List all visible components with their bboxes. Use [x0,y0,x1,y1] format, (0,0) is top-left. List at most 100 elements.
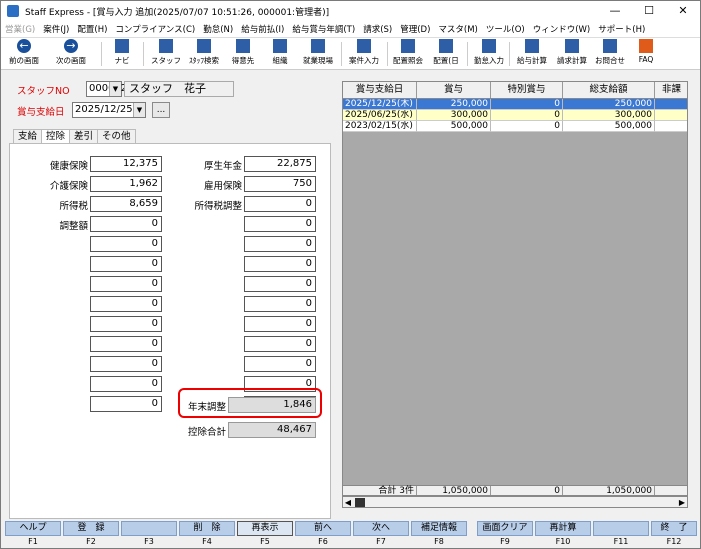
f6-prev-button[interactable]: 前へ F6 [295,521,351,548]
tab-payment[interactable]: 支給 [13,129,43,143]
toolbar-separator [143,42,144,66]
health-insurance-field[interactable]: 12,375 [90,156,162,172]
pay-calc-button[interactable]: 給与計算 [513,39,551,69]
assign-day-icon [439,39,453,53]
forward-button[interactable]: → 次の画面 [49,39,93,69]
menu-payroll[interactable]: 給与賞与年調(T) [292,23,355,35]
care-insurance-field[interactable]: 1,962 [90,176,162,192]
employment-insurance-field[interactable]: 750 [244,176,316,192]
navi-button[interactable]: ナビ [107,39,137,69]
faq-button[interactable]: FAQ [633,39,659,69]
f5-redisplay-button[interactable]: 再表示 F5 [237,521,293,548]
contact-button[interactable]: お問合せ [593,39,627,69]
staff-button[interactable]: スタッフ [149,39,183,69]
grid-header-cell[interactable]: 特別賞与 [491,82,563,98]
back-button[interactable]: ← 前の画面 [3,39,45,69]
extra-right-field[interactable]: 0 [244,316,316,332]
bonus-date-combo[interactable]: 2025/12/25 ▼ [72,102,146,118]
tab-other[interactable]: その他 [97,129,136,143]
staff-no-combo[interactable]: 000002 ▼ [86,81,127,97]
assign-inquiry-button[interactable]: 配置照会 [389,39,427,69]
staff-search-button[interactable]: ｽﾀｯﾌ検索 [185,39,223,69]
f11-button[interactable]: F11 [593,521,649,548]
menu-tools[interactable]: ツール(O) [486,23,525,35]
menu-jobs[interactable]: 案件(J) [43,23,69,35]
scroll-left-icon[interactable]: ◀ [343,497,353,508]
employment-insurance-label: 雇用保険 [203,181,242,192]
org-button[interactable]: 組織 [265,39,295,69]
f1-help-button[interactable]: ヘルプ F1 [5,521,61,548]
grid-header-cell[interactable]: 賞与支給日 [343,82,417,98]
client-button[interactable]: 得意先 [227,39,259,69]
maximize-button[interactable]: ☐ [632,1,666,21]
grid-cell: 250,000 [563,99,655,110]
menu-master[interactable]: マスタ(M) [438,23,477,35]
extra-left-field[interactable]: 0 [90,376,162,392]
date-picker-button[interactable]: ... [152,102,170,118]
menu-compliance[interactable]: コンプライアンス(C) [115,23,195,35]
bill-calc-button[interactable]: 請求計算 [553,39,591,69]
year-end-adjust-label: 年末調整 [187,402,226,413]
grid-header-cell[interactable]: 賞与 [417,82,491,98]
tab-net[interactable]: 差引 [69,129,99,143]
adjustment-label: 調整額 [59,221,88,232]
extra-left-field[interactable]: 0 [90,356,162,372]
f9-clear-button[interactable]: 画面クリア F9 [477,521,533,548]
attendance-button[interactable]: 勤怠入力 [471,39,507,69]
grid-header-cell[interactable]: 総支給額 [563,82,655,98]
table-row[interactable]: 2023/02/15(水) 500,000 0 500,000 [343,121,687,132]
assign-day-button[interactable]: 配置(日 [429,39,463,69]
job-entry-button[interactable]: 案件入力 [345,39,383,69]
extra-right-field[interactable]: 0 [244,296,316,312]
f3-button[interactable]: F3 [121,521,177,548]
extra-right-field[interactable]: 0 [244,336,316,352]
extra-left-field[interactable]: 0 [90,256,162,272]
extra-left-field[interactable]: 0 [90,316,162,332]
menu-sales[interactable]: 営業(G) [5,23,35,35]
extra-left-field[interactable]: 0 [90,276,162,292]
f2-register-button[interactable]: 登 録 F2 [63,521,119,548]
tax-adjust-field[interactable]: 0 [244,196,316,212]
extra-left-field[interactable]: 0 [90,296,162,312]
scroll-right-icon[interactable]: ▶ [677,497,687,508]
extra-left-field[interactable]: 0 [90,236,162,252]
extra-right-field[interactable]: 0 [244,356,316,372]
f4-delete-button[interactable]: 削 除 F4 [179,521,235,548]
extra-right-field[interactable]: 0 [244,276,316,292]
toolbar: ← 前の画面 → 次の画面 ナビ スタッフ ｽﾀｯﾌ検索 得意先 組織 就業現場… [1,38,700,70]
menu-window[interactable]: ウィンドウ(W) [533,23,591,35]
income-tax-field[interactable]: 8,659 [90,196,162,212]
f12-exit-button[interactable]: 終 了 F12 [651,521,697,548]
horizontal-scrollbar[interactable]: ◀ ▶ [342,496,688,508]
extra-left-field[interactable]: 0 [90,336,162,352]
pension-field[interactable]: 22,875 [244,156,316,172]
f7-next-button[interactable]: 次へ F7 [353,521,409,548]
menu-admin[interactable]: 管理(D) [400,23,430,35]
menu-advance[interactable]: 給与前払(I) [241,23,284,35]
menu-support[interactable]: サポート(H) [598,23,645,35]
minimize-button[interactable]: — [598,1,632,21]
chevron-down-icon[interactable]: ▼ [133,103,145,117]
bonus-history-grid[interactable]: 賞与支給日 賞与 特別賞与 総支給額 非課 2025/12/25(木) 250,… [342,81,688,496]
table-row[interactable]: 2025/06/25(水) 300,000 0 300,000 [343,110,687,121]
menu-billing[interactable]: 請求(S) [363,23,392,35]
extra-left-field[interactable]: 0 [90,396,162,412]
grid-header-cell[interactable]: 非課 [655,82,687,98]
menu-attendance[interactable]: 勤怠(N) [203,23,233,35]
year-end-adjust-field: 1,846 [228,397,316,413]
tab-deduction[interactable]: 控除 [41,129,71,143]
site-button[interactable]: 就業現場 [299,39,337,69]
toolbar-separator [467,42,468,66]
extra-right-field[interactable]: 0 [244,216,316,232]
grid-cell [655,110,687,121]
table-row[interactable]: 2025/12/25(木) 250,000 0 250,000 [343,99,687,110]
extra-right-field[interactable]: 0 [244,256,316,272]
scroll-thumb[interactable] [355,498,365,507]
adjustment-field[interactable]: 0 [90,216,162,232]
f8-supplement-button[interactable]: 補足情報 F8 [411,521,467,548]
chevron-down-icon[interactable]: ▼ [109,82,121,96]
close-button[interactable]: ✕ [666,1,700,21]
f10-recalc-button[interactable]: 再計算 F10 [535,521,591,548]
extra-right-field[interactable]: 0 [244,236,316,252]
menu-assign[interactable]: 配置(H) [77,23,107,35]
